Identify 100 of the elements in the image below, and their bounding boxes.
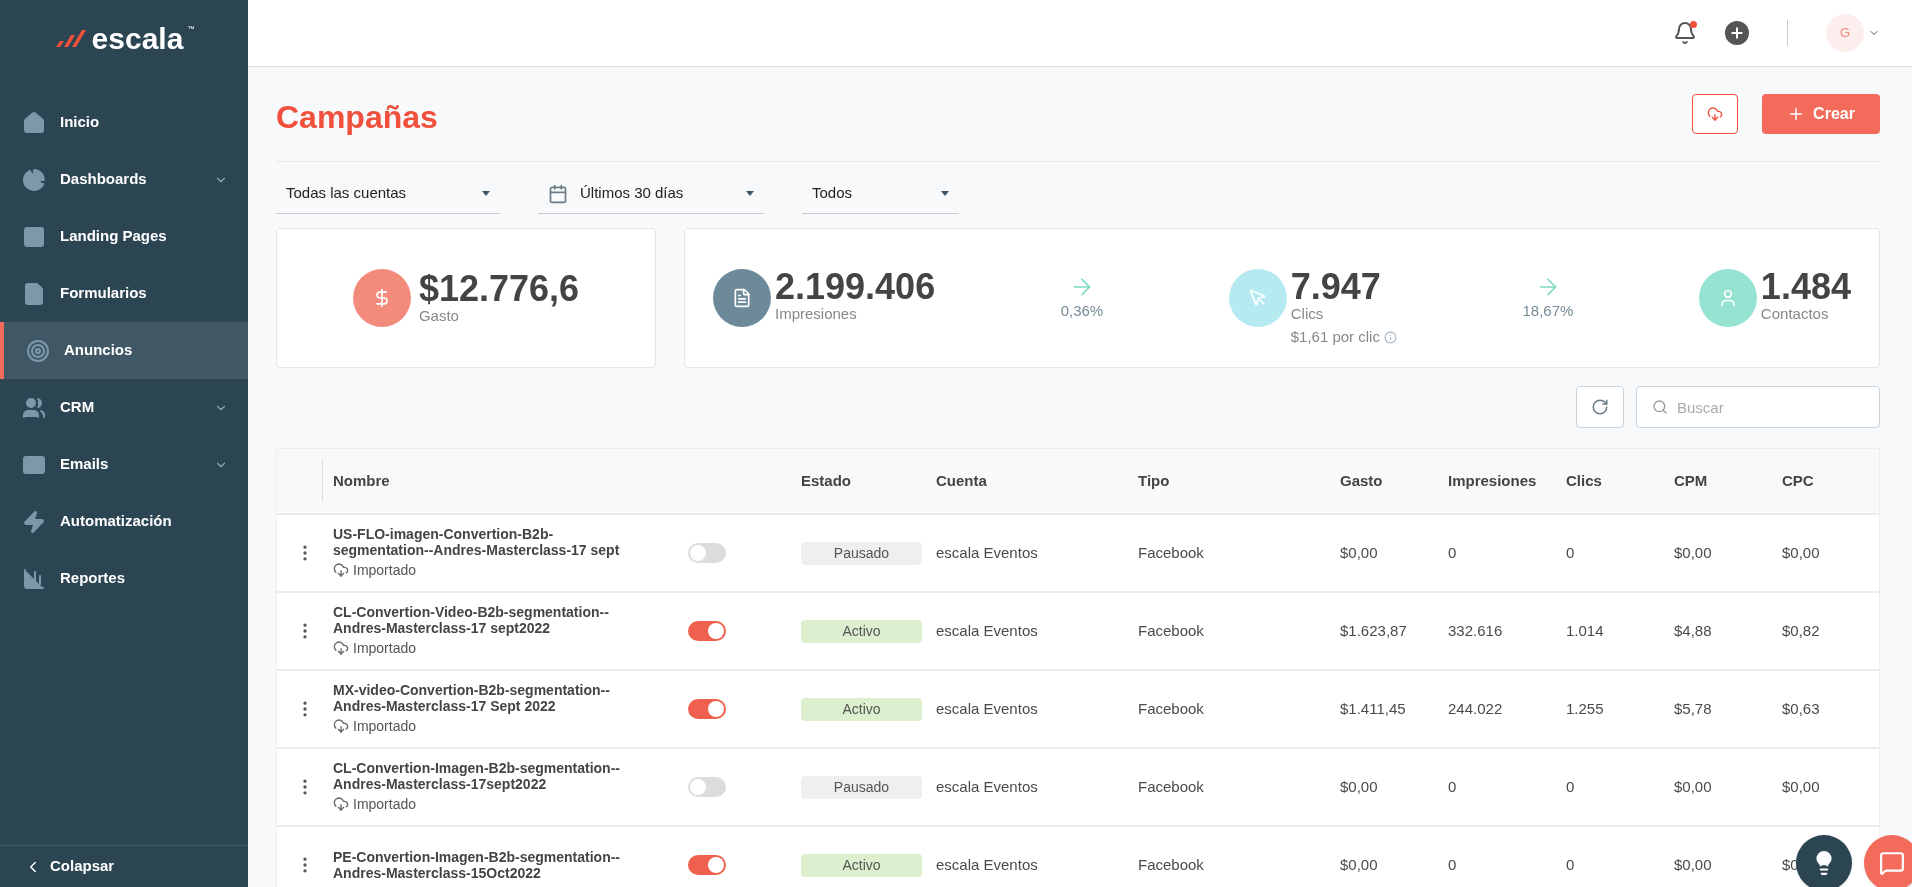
- conversion-rate: 18,67%: [1522, 300, 1574, 321]
- filter-dropdown[interactable]: Últimos 30 días: [538, 174, 764, 214]
- table-cell-text: escala Eventos: [936, 854, 1038, 875]
- table-cell-text: $4,88: [1674, 620, 1712, 641]
- sidebar-item[interactable]: Automatización: [0, 493, 248, 550]
- column-header[interactable]: CPM: [1674, 469, 1782, 493]
- download-button[interactable]: [1692, 94, 1738, 134]
- filter-dropdown[interactable]: Todos: [802, 174, 959, 214]
- refresh-button[interactable]: [1576, 386, 1624, 428]
- table-cell-text: escala Eventos: [936, 620, 1038, 641]
- table-cell-text: 332.616: [1448, 620, 1503, 641]
- table-cell-text: $1.411,45: [1340, 698, 1406, 719]
- target-icon: [26, 338, 50, 363]
- people-icon: [22, 395, 46, 420]
- sidebar-label: Reportes: [60, 568, 127, 589]
- source-label: Importado: [353, 638, 417, 658]
- sidebar-label: Formularios: [60, 283, 148, 304]
- table-cell-text: $1.623,87: [1340, 620, 1407, 641]
- cloud-download-icon: [333, 796, 349, 812]
- sidebar-item[interactable]: Anuncios: [0, 322, 248, 379]
- table-cell-text: 0: [1566, 542, 1575, 563]
- cloud-download-icon: [333, 718, 349, 734]
- pie-chart-icon: [22, 167, 46, 192]
- sidebar-label: Dashboards: [60, 169, 148, 190]
- sidebar-item[interactable]: Emails: [0, 436, 248, 493]
- lightning-icon: [22, 509, 46, 534]
- table-cell-text: $0,00: [1340, 776, 1378, 797]
- table-cell-text: $0,00: [1782, 542, 1820, 563]
- table-cell-text: $0,82: [1782, 620, 1820, 641]
- status-toggle[interactable]: [688, 621, 726, 641]
- cost-per-click: $1,61 por clic: [1290, 327, 1380, 348]
- status-toggle[interactable]: [688, 777, 726, 797]
- cloud-download-icon: [333, 562, 349, 578]
- sidebar-item[interactable]: Landing Pages: [0, 208, 248, 265]
- notification-bell-icon[interactable]: [1673, 21, 1697, 45]
- column-header[interactable]: Impresiones: [1448, 469, 1566, 493]
- search-field[interactable]: Buscar: [1636, 386, 1880, 428]
- filter-dropdown[interactable]: Todas las cuentas: [276, 174, 500, 214]
- source-label: Importado: [353, 560, 417, 580]
- table-cell-text: $0,00: [1674, 854, 1712, 875]
- chat-icon: [1879, 850, 1905, 876]
- table-cell-text: 1.014: [1566, 620, 1604, 641]
- column-header[interactable]: CPC: [1782, 469, 1881, 493]
- cloud-download-icon: [333, 640, 349, 656]
- table-cell-text: $5,78: [1674, 698, 1712, 719]
- campaign-name[interactable]: CL-Convertion-Video-B2b-segmentation--Andres-Masterclass-17 sept2022: [333, 603, 633, 636]
- spend-value: $12.776,6: [418, 270, 580, 307]
- table-cell-text: $0,63: [1782, 698, 1820, 719]
- home-icon: [22, 110, 46, 135]
- collapse-button[interactable]: Colapsar: [0, 845, 248, 887]
- table-cell-text: $0,00: [1674, 542, 1712, 563]
- sidebar-item[interactable]: Inicio: [0, 94, 248, 151]
- table-cell-text: $0,00: [1782, 776, 1820, 797]
- table-cell-text: escala Eventos: [936, 542, 1038, 563]
- table-cell-text: escala Eventos: [936, 776, 1038, 797]
- refresh-icon: [1591, 398, 1609, 416]
- source-label: Importado: [353, 716, 417, 736]
- sidebar-item[interactable]: Formularios: [0, 265, 248, 322]
- add-button[interactable]: [1725, 21, 1749, 45]
- page-title: Campañas: [276, 98, 438, 137]
- table-cell-text: 0: [1448, 542, 1457, 563]
- table-cell-text: escala Eventos: [936, 698, 1038, 719]
- campaign-name[interactable]: MX-video-Convertion-B2b-segmentation--Andres-Masterclass-17 Sept 2022: [333, 681, 633, 714]
- column-header[interactable]: Clics: [1566, 469, 1674, 493]
- column-header[interactable]: Estado: [801, 469, 936, 493]
- spend-label: Gasto: [418, 306, 459, 326]
- column-header[interactable]: Gasto: [1340, 469, 1448, 493]
- sidebar-item[interactable]: CRM: [0, 379, 248, 436]
- status-toggle[interactable]: [688, 699, 726, 719]
- caret-icon: [746, 191, 754, 196]
- metric-value: 7.947: [1290, 269, 1382, 306]
- status-badge: Pausado: [801, 775, 922, 799]
- calendar-icon: [548, 183, 568, 204]
- document-icon: [732, 288, 752, 308]
- column-header[interactable]: Nombre: [333, 469, 801, 493]
- chat-button[interactable]: [1864, 835, 1912, 887]
- sidebar-item[interactable]: Reportes: [0, 550, 248, 607]
- column-header[interactable]: Cuenta: [936, 469, 1138, 493]
- status-toggle[interactable]: [688, 855, 726, 875]
- sidebar-label: Landing Pages: [60, 226, 168, 247]
- column-header[interactable]: Tipo: [1138, 469, 1340, 493]
- table-cell-text: 1.255: [1566, 698, 1604, 719]
- campaign-name[interactable]: CL-Convertion-Imagen-B2b-segmentation--Andres-Masterclass-17sept2022: [333, 759, 633, 792]
- metric-value: 1.484: [1760, 269, 1851, 305]
- caret-icon: [941, 191, 949, 196]
- status-badge: Pausado: [801, 541, 922, 565]
- campaign-name[interactable]: US-FLO-imagen-Convertion-B2b-segmentation--Andres-Masterclass-17 sept: [333, 525, 633, 558]
- status-badge: Activo: [801, 853, 922, 877]
- table-cell-text: Facebook: [1138, 698, 1204, 719]
- cloud-download-icon: [1707, 106, 1723, 122]
- metric-value: 2.199.406: [775, 269, 936, 305]
- info-icon: [1383, 330, 1397, 344]
- sidebar-item[interactable]: Dashboards: [0, 151, 248, 208]
- sidebar-label: Inicio: [60, 112, 101, 133]
- metric-label: Impresiones: [775, 305, 858, 324]
- table-cell-text: $0,00: [1674, 776, 1712, 797]
- sidebar-label: Anuncios: [64, 340, 134, 361]
- status-toggle[interactable]: [688, 543, 726, 563]
- campaign-name[interactable]: PE-Convertion-Imagen-B2b-segmentation--Andres-Masterclass-15Oct2022: [333, 849, 633, 881]
- table-cell-text: $0,00: [1340, 854, 1378, 875]
